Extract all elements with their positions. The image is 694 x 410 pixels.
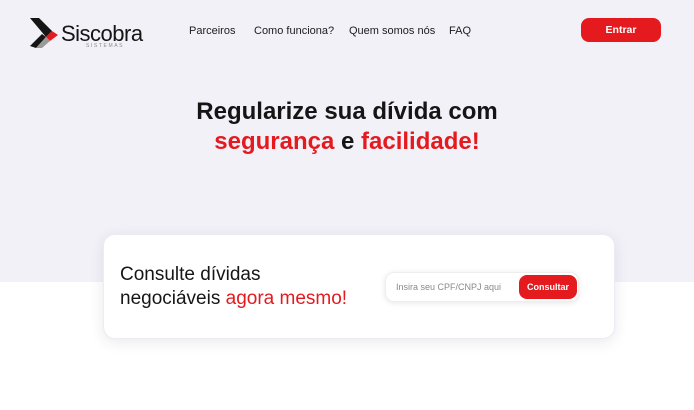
nav-item-como-funciona[interactable]: Como funciona? bbox=[254, 25, 334, 37]
hero-connector: e bbox=[334, 128, 362, 155]
consult-title-accent: agora mesmo! bbox=[225, 288, 348, 309]
nav-item-parceiros[interactable]: Parceiros bbox=[189, 25, 235, 37]
consult-title-line2-prefix: negociáveis bbox=[120, 288, 226, 309]
hero-headline: Regularize sua dívida com segurança e fa… bbox=[0, 97, 694, 157]
cpf-search-box: Consultar bbox=[385, 272, 579, 302]
hero-word-ease: facilidade! bbox=[361, 128, 480, 155]
consult-button[interactable]: Consultar bbox=[519, 275, 577, 299]
nav-item-faq[interactable]: FAQ bbox=[449, 25, 471, 37]
hero-headline-line1: Regularize sua dívida com bbox=[196, 98, 498, 125]
nav-item-quem-somos[interactable]: Quem somos nós bbox=[349, 25, 435, 37]
login-button[interactable]: Entrar bbox=[581, 18, 661, 42]
siscobra-logo[interactable]: Siscobra SISTEMAS bbox=[28, 16, 143, 52]
logo-subtitle: SISTEMAS bbox=[86, 43, 125, 49]
consult-card-title: Consulte dívidas negociáveis agora mesmo… bbox=[120, 263, 370, 311]
site-header: Siscobra SISTEMAS Parceiros Como funcion… bbox=[0, 0, 694, 62]
consult-card: Consulte dívidas negociáveis agora mesmo… bbox=[103, 234, 615, 339]
cpf-cnpj-input[interactable] bbox=[396, 273, 518, 301]
consult-title-line1: Consulte dívidas bbox=[120, 264, 261, 285]
logo-mark-icon bbox=[30, 18, 58, 48]
hero-word-security: segurança bbox=[214, 128, 335, 155]
